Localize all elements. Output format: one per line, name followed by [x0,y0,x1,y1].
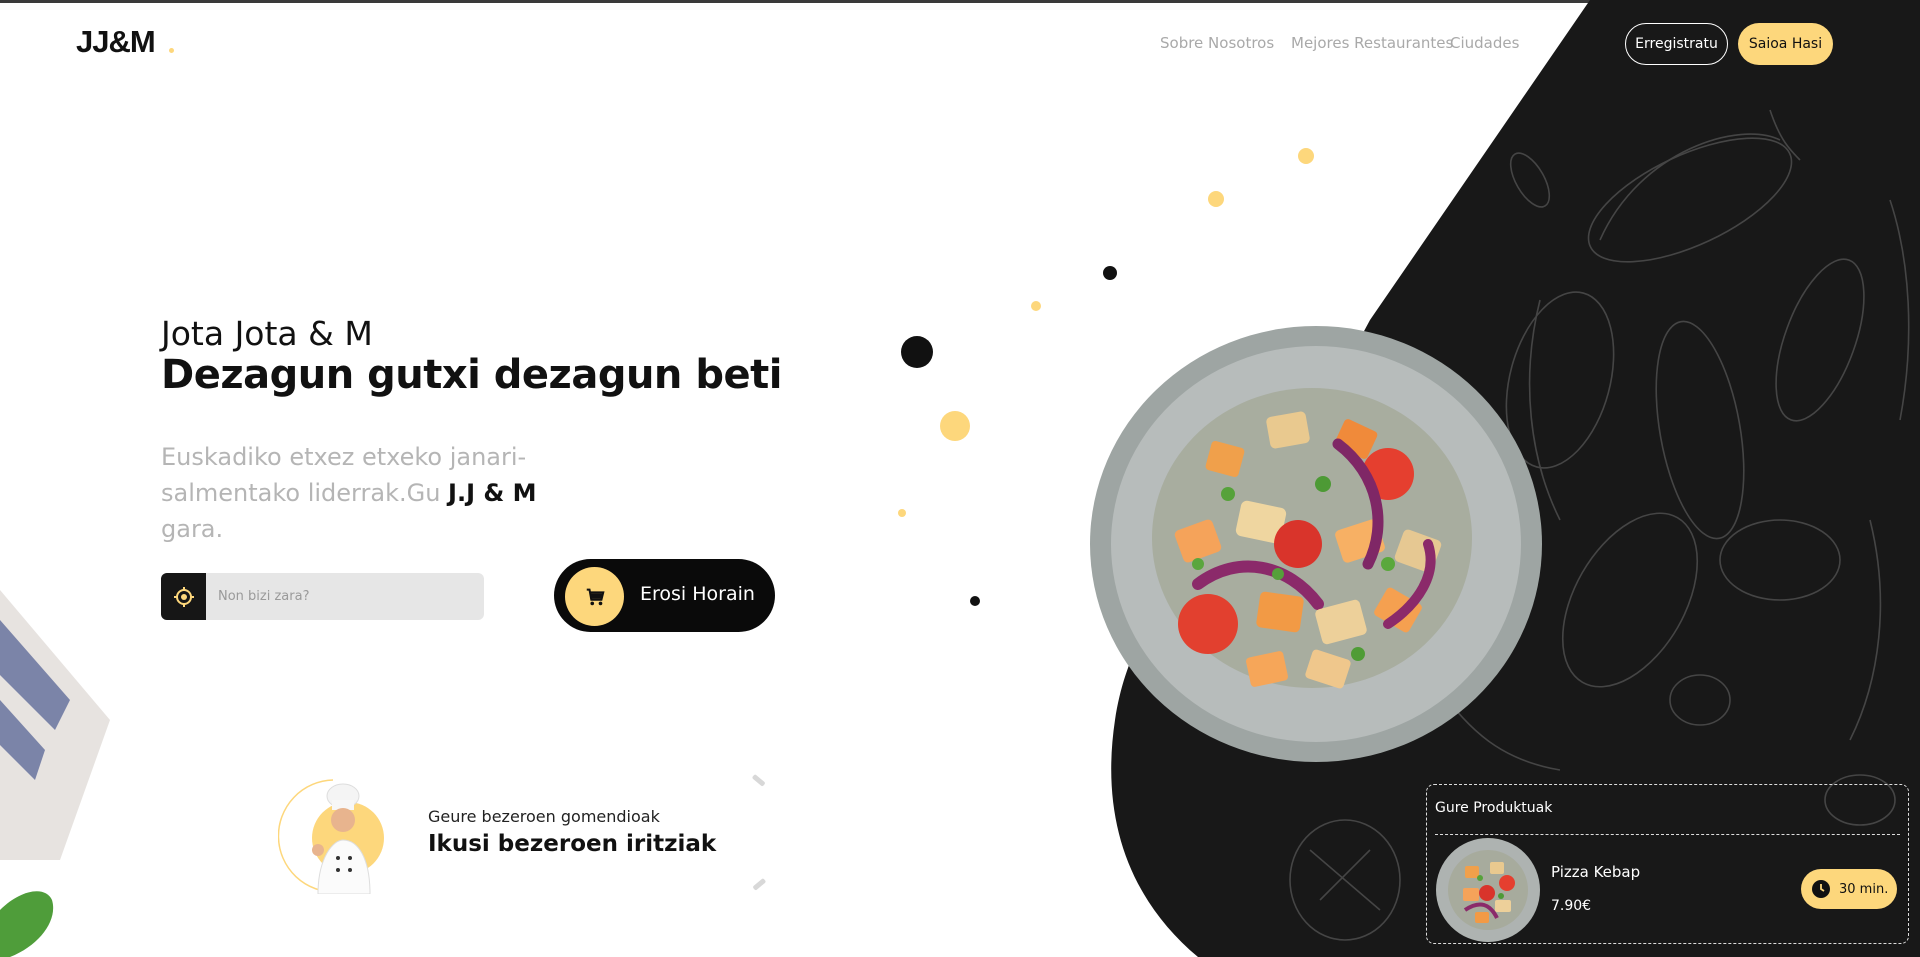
hero-description-brand: J.J & M [448,479,537,507]
hero-subtitle: Jota Jota & M [161,314,373,353]
location-target-icon[interactable] [161,573,206,620]
register-button[interactable]: Erregistratu [1625,23,1728,65]
cart-icon [565,567,624,626]
brand-logo[interactable]: JJ&M [76,24,156,60]
buy-now-label: Erosi Horain [640,583,755,605]
products-card: Gure Produktuak Pizza Kebap 7.90€ 30 min… [1426,784,1909,944]
nav-item-mejores-restaurantes[interactable]: Mejores Restaurantes [1291,34,1453,52]
chef-avatar[interactable] [278,778,388,894]
products-heading: Gure Produktuak [1435,800,1553,816]
clock-icon [1812,880,1830,898]
hero-description-suffix: gara. [161,515,224,543]
reviews-link[interactable]: Ikusi bezeroen iritziak [428,831,716,857]
salad-bowl-image [1090,326,1542,762]
hero-title: Dezagun gutxi dezagun beti [161,352,782,398]
login-button[interactable]: Saioa Hasi [1738,23,1833,65]
basil-leaf-decoration [0,891,54,957]
product-name[interactable]: Pizza Kebap [1551,863,1640,881]
reviews-caption: Geure bezeroen gomendioak [428,807,660,826]
delivery-time-badge: 30 min. [1801,869,1897,909]
logo-dot [169,48,174,53]
delivery-time-label: 30 min. [1839,881,1889,897]
product-price: 7.90€ [1551,898,1592,914]
hero-description: Euskadiko etxez etxeko janari-salmentako… [161,439,601,547]
towel-decoration [0,590,110,860]
nav-item-ciudades[interactable]: Ciudades [1450,34,1519,52]
nav-item-sobre-nosotros[interactable]: Sobre Nosotros [1160,34,1274,52]
location-input[interactable] [206,573,484,620]
product-thumbnail[interactable] [1435,838,1541,942]
location-search [161,573,484,620]
products-divider [1435,834,1900,835]
buy-now-button[interactable]: Erosi Horain [554,559,775,632]
